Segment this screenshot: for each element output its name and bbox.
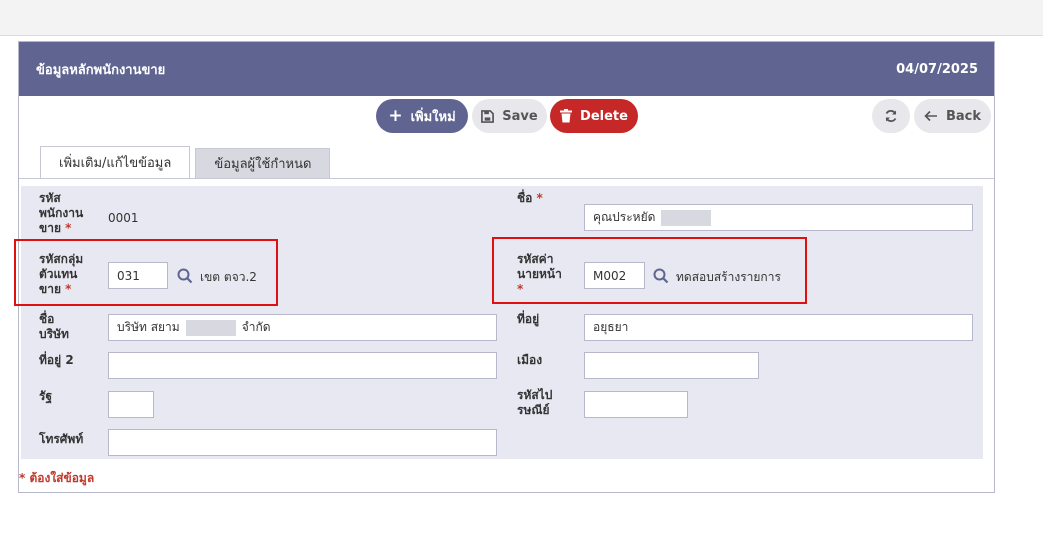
address-field[interactable]: อยุธยา xyxy=(584,314,973,341)
postal-code-label: รหัสไป รษณีย์ xyxy=(517,388,553,417)
tab-divider xyxy=(19,178,994,179)
name-field[interactable]: คุณประหยัด xyxy=(584,204,973,231)
floppy-disk-icon xyxy=(481,109,495,123)
tab-bar: เพิ่มเติม/แก้ไขข้อมูล ข้อมูลผู้ใช้กำหนด xyxy=(40,146,331,179)
state-field[interactable] xyxy=(108,391,154,418)
employee-form: รหัส พนักงาน ขาย * 0001 ชื่อ * คุณประหยั… xyxy=(21,186,983,459)
tab-edit[interactable]: เพิ่มเติม/แก้ไขข้อมูล xyxy=(40,146,191,179)
highlight-box-commission xyxy=(492,237,807,304)
redaction-mask xyxy=(661,209,712,226)
delete-label: Delete xyxy=(580,108,628,124)
company-field[interactable]: บริษัท สยาม จำกัด xyxy=(108,314,497,341)
plus-icon: + xyxy=(388,105,403,126)
save-label: Save xyxy=(502,108,538,124)
redaction-mask xyxy=(185,319,236,336)
panel-header: ข้อมูลหลักพนักงานขาย 04/07/2025 xyxy=(19,42,994,96)
phone-field[interactable] xyxy=(108,429,497,456)
back-button[interactable]: Back xyxy=(914,99,991,133)
city-field[interactable] xyxy=(584,352,759,379)
state-label: รัฐ xyxy=(39,389,53,403)
delete-button[interactable]: Delete xyxy=(550,99,638,133)
address-label: ที่อยู่ xyxy=(517,312,540,326)
arrow-left-icon xyxy=(924,110,937,122)
refresh-icon xyxy=(885,110,897,122)
city-label: เมือง xyxy=(517,353,543,367)
add-new-label: เพิ่มใหม่ xyxy=(410,109,456,125)
back-label: Back xyxy=(945,108,982,124)
add-new-button[interactable]: + เพิ่มใหม่ xyxy=(376,99,468,133)
highlight-box-rep-group xyxy=(14,239,278,306)
phone-label: โทรศัพท์ xyxy=(39,432,84,446)
header-date: 04/07/2025 xyxy=(896,61,978,77)
refresh-button[interactable] xyxy=(872,99,910,133)
postal-code-field[interactable] xyxy=(584,391,688,418)
name-label: ชื่อ * xyxy=(517,191,543,205)
tab-user-defined[interactable]: ข้อมูลผู้ใช้กำหนด xyxy=(195,148,331,179)
page-title: ข้อมูลหลักพนักงานขาย xyxy=(36,62,166,78)
address2-label: ที่อยู่ 2 xyxy=(39,353,74,367)
required-note: * ต้องใส่ข้อมูล xyxy=(19,471,95,485)
browser-topbar xyxy=(0,0,1043,36)
emp-code-value: 0001 xyxy=(108,211,139,225)
save-button[interactable]: Save xyxy=(472,99,547,133)
address2-field[interactable] xyxy=(108,352,497,379)
trash-icon xyxy=(560,109,573,123)
toolbar: + เพิ่มใหม่ Save Delete Back xyxy=(19,99,994,135)
emp-code-label: รหัส พนักงาน ขาย * xyxy=(39,191,84,235)
company-label: ชื่อ บริษัท xyxy=(39,312,69,341)
